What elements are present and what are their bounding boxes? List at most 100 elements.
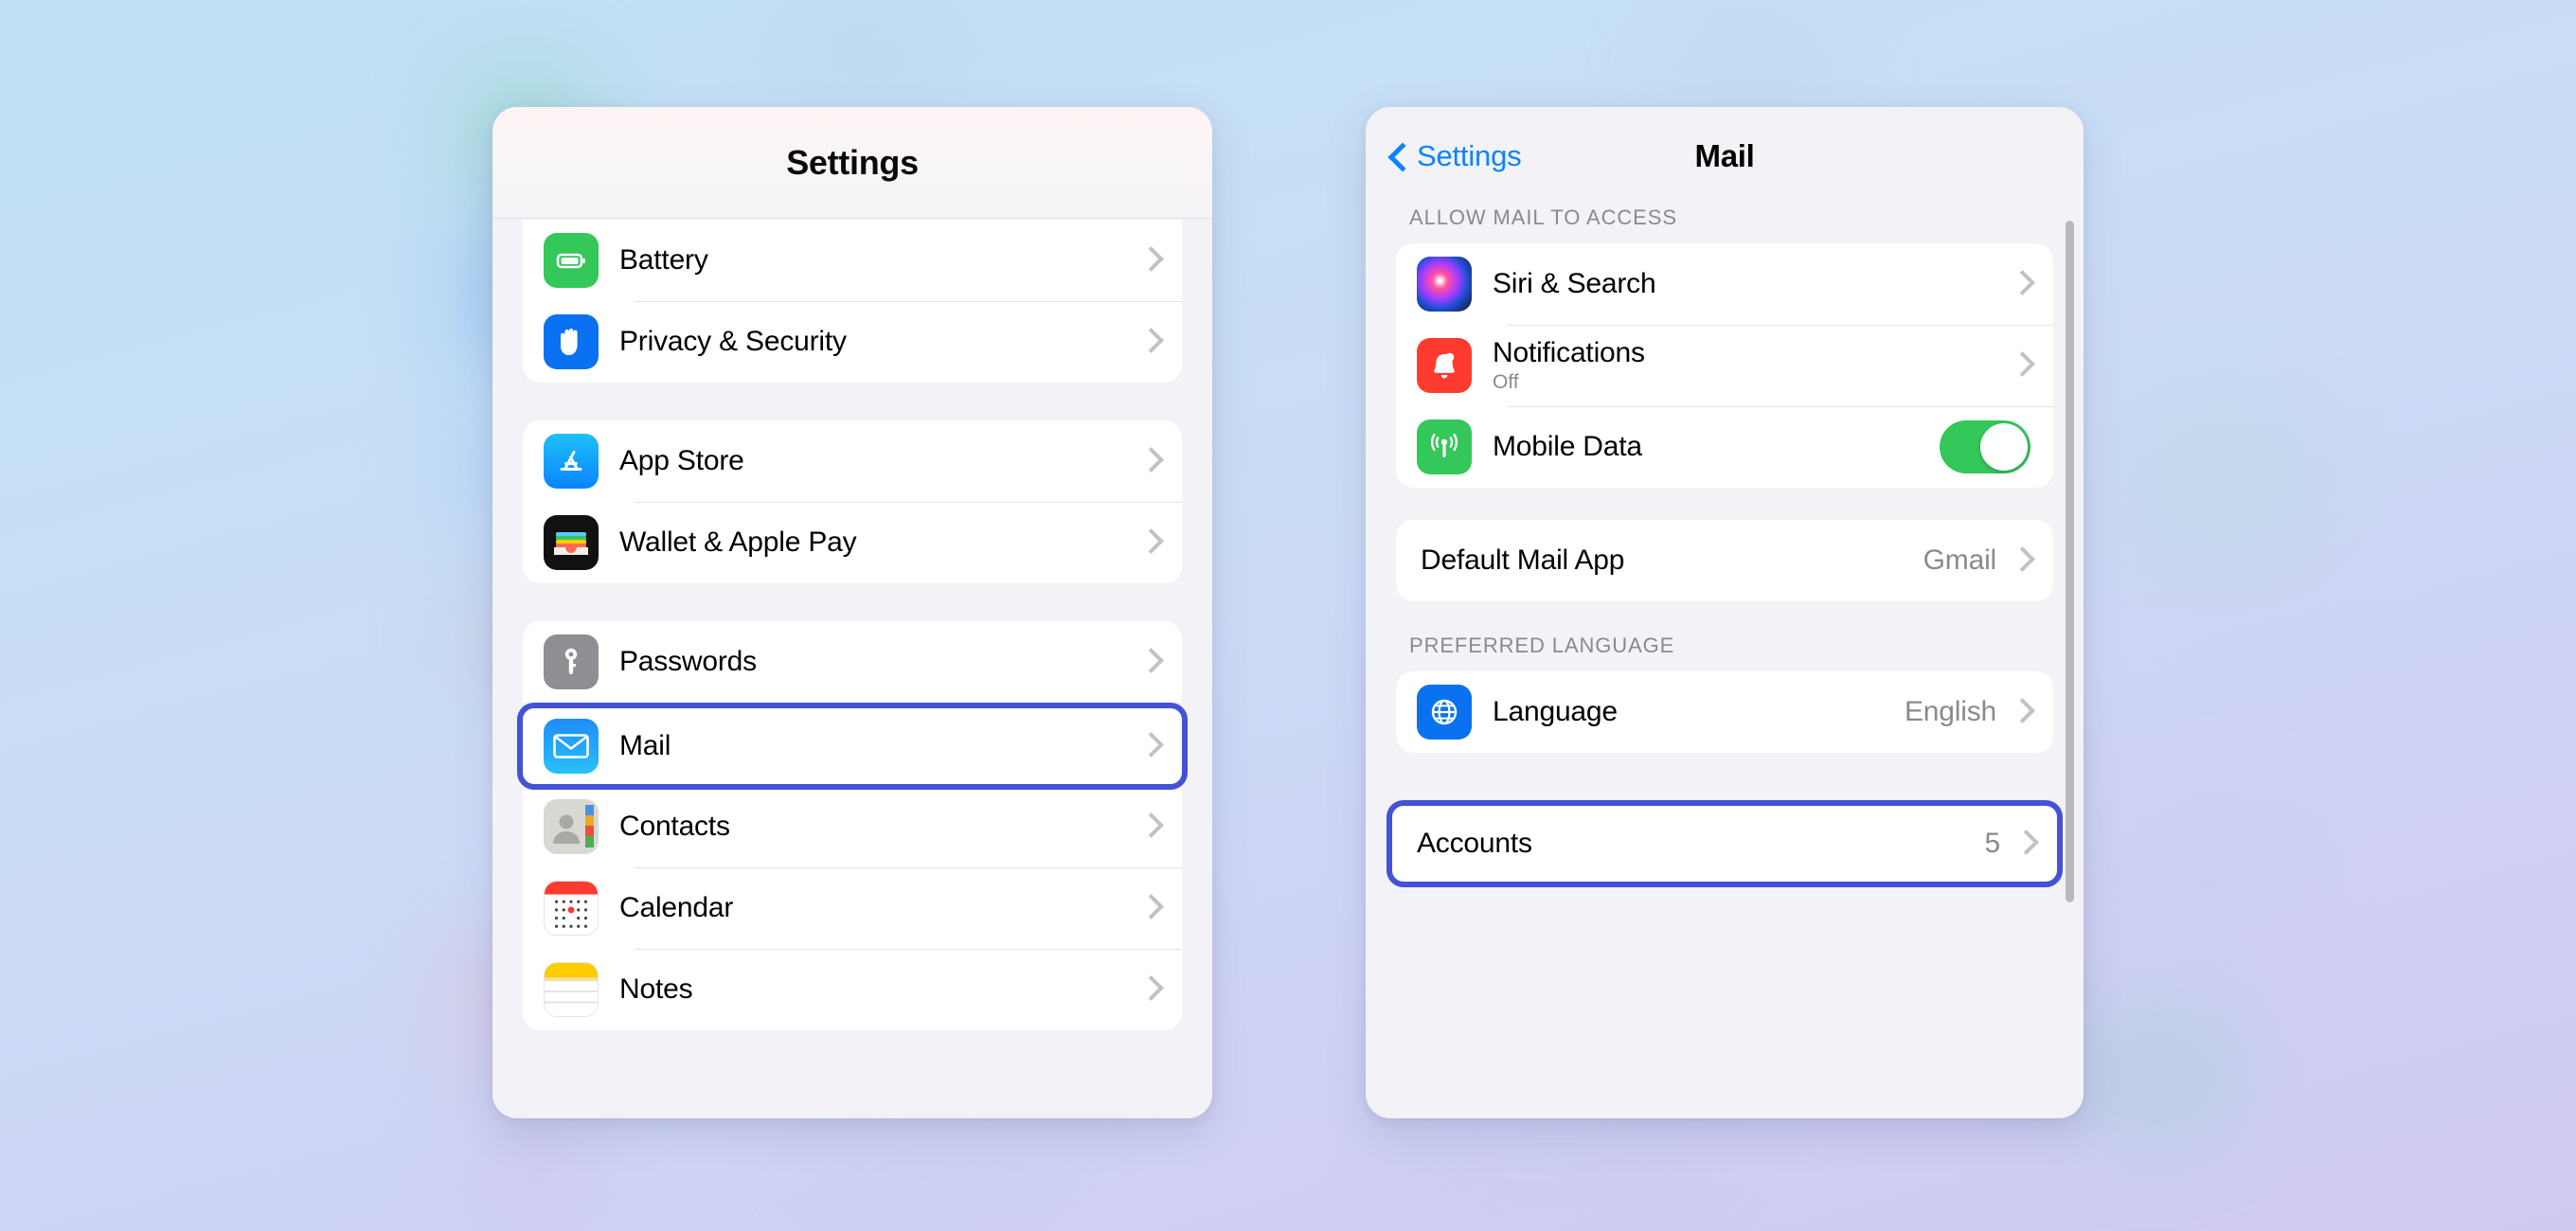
sidebar-item-wallet-apple-pay[interactable]: Wallet & Apple Pay [523,502,1182,583]
bg-blob [2065,1004,2245,1146]
chevron-right-icon [1140,526,1159,559]
mobile-data-toggle[interactable] [1940,420,2030,473]
sidebar-item-app-store[interactable]: App Store [523,420,1182,502]
vertical-scrollbar[interactable] [2066,221,2074,902]
sidebar-item-notes[interactable]: Notes [523,949,1182,1030]
row-notifications[interactable]: Notifications Off [1396,325,2053,406]
row-label: Notifications [1493,337,1645,368]
hand-icon [544,314,599,369]
chevron-right-icon [1140,811,1159,843]
mail-navigation-bar: Settings Mail [1366,107,2084,205]
chevron-right-icon [1140,445,1159,477]
row-language[interactable]: Language English [1396,671,2053,753]
row-value: English [1905,696,1996,727]
key-icon [544,634,599,689]
cellular-icon [1417,419,1472,474]
highlight-border-mail: Mail [517,703,1188,790]
sidebar-item-passwords[interactable]: Passwords [523,621,1182,703]
chevron-right-icon [2012,696,2030,728]
mail-settings-panel: Settings Mail ALLOW MAIL TO ACCESS Siri … [1366,107,2084,1118]
chevron-right-icon [2012,544,2030,577]
chevron-right-icon [1140,244,1159,277]
sidebar-item-calendar[interactable]: Calendar [523,867,1182,949]
sidebar-item-label: App Store [619,445,744,476]
settings-list-panel: Settings Battery Privacy & Security App … [492,107,1212,1118]
row-sublabel: Off [1493,371,1519,393]
chevron-right-icon [1140,646,1159,678]
settings-navigation-bar: Settings [492,107,1212,219]
settings-group: Battery Privacy & Security [523,220,1182,383]
back-button-label: Settings [1417,139,1522,172]
chevron-right-icon [1140,892,1159,924]
chevron-right-icon [1140,973,1159,1006]
bg-blob [777,9,966,114]
sidebar-item-label: Mail [619,730,671,761]
bg-blob [1354,1117,1752,1231]
chevron-right-icon [2012,349,2030,382]
toggle-knob [1980,423,2028,471]
settings-group: Language English [1396,671,2053,753]
sidebar-item-label: Passwords [619,646,757,677]
chevron-right-icon [2012,268,2030,300]
sidebar-item-label: Battery [619,244,708,276]
globe-icon [1417,685,1472,740]
notes-icon [544,962,599,1017]
settings-group: Passwords [523,621,1182,703]
row-value: 5 [1984,828,2001,859]
sidebar-item-label: Wallet & Apple Pay [619,526,857,558]
mail-row-highlight-wrapper: Mail [517,703,1188,790]
app-store-icon [544,434,599,489]
row-value: Gmail [1923,544,1997,576]
row-text-block: Notifications Off [1493,337,2012,394]
background-wallpaper [0,0,2576,1231]
row-label: Siri & Search [1493,268,1656,299]
notifications-icon [1417,338,1472,393]
row-label: Default Mail App [1421,544,1625,576]
row-label: Language [1493,696,1618,727]
settings-group: App Store Wallet & Apple Pay [523,420,1182,583]
highlight-border-accounts: Accounts 5 [1386,800,2063,887]
chevron-left-icon [1388,140,1409,172]
chevron-right-icon [1140,730,1159,762]
sidebar-item-mail[interactable]: Mail [523,708,1182,784]
sidebar-item-label: Privacy & Security [619,326,847,357]
settings-list-scroll-area[interactable]: Battery Privacy & Security App Store Wal… [492,220,1212,1118]
sidebar-item-label: Contacts [619,811,730,842]
row-default-mail-app[interactable]: Default Mail App Gmail [1396,520,2053,601]
sidebar-item-privacy-security[interactable]: Privacy & Security [523,301,1182,383]
row-accounts[interactable]: Accounts 5 [1392,806,2057,882]
back-to-settings-button[interactable]: Settings [1388,139,1522,173]
sidebar-item-label: Notes [619,973,693,1005]
envelope-icon [544,719,599,774]
bg-blob [2121,398,2320,568]
bg-blob [464,1098,597,1231]
row-mobile-data[interactable]: Mobile Data [1396,406,2053,488]
chevron-right-icon [2015,828,2034,860]
accounts-row-highlight-wrapper: Accounts 5 [1386,800,2063,887]
row-label: Accounts [1417,828,1532,859]
page-title: Settings [786,142,919,182]
settings-group: Siri & Search Notifications Off Mobile D… [1396,243,2053,488]
bg-blob [777,1117,1061,1222]
settings-group: Contacts Calendar Notes [523,786,1182,1030]
row-siri-and-search[interactable]: Siri & Search [1396,243,2053,325]
calendar-icon [544,881,599,936]
wallet-icon [544,515,599,570]
row-label: Mobile Data [1493,431,1642,462]
bg-blob [1667,9,1837,123]
sidebar-item-contacts[interactable]: Contacts [523,786,1182,867]
sidebar-item-battery[interactable]: Battery [523,220,1182,301]
battery-icon [544,233,599,288]
siri-icon [1417,257,1472,312]
contacts-icon [544,799,599,854]
section-header-allow-mail-to-access: ALLOW MAIL TO ACCESS [1409,205,1677,229]
chevron-right-icon [1140,326,1159,358]
sidebar-item-label: Calendar [619,892,734,923]
section-header-preferred-language: PREFERRED LANGUAGE [1409,633,1675,657]
settings-group: Default Mail App Gmail [1396,520,2053,601]
